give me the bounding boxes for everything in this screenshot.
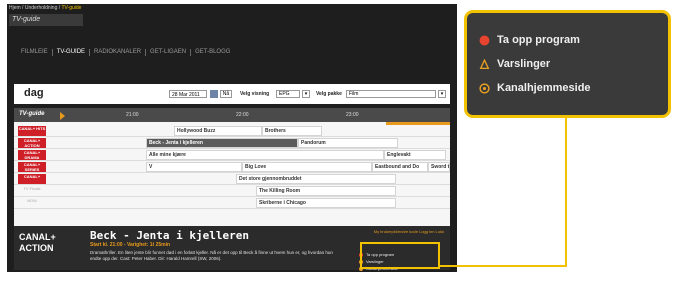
channel-badge-line: CANAL+ bbox=[19, 232, 56, 242]
record-icon bbox=[479, 35, 490, 46]
channel-badge: CANAL+ ACTION bbox=[19, 232, 57, 258]
account-links[interactable]: My brukerpkt/endre kode Logg inn Lukk bbox=[374, 229, 444, 234]
view-label: Velg visning bbox=[240, 91, 270, 97]
channel-logo[interactable]: CANAL+ HITS bbox=[18, 126, 46, 136]
channel-logo[interactable]: NOW bbox=[18, 198, 46, 208]
channel-row: CANAL+ DRAMA Alle mine kjære Englevakt bbox=[14, 149, 450, 161]
day-heading: dag bbox=[24, 87, 44, 99]
program-cell[interactable]: Det store gjennombruddet bbox=[236, 174, 396, 184]
nav-get-ligaen[interactable]: GET-LIGAEN bbox=[146, 49, 190, 55]
program-cell[interactable]: V bbox=[146, 162, 242, 172]
grid-title: TV-guide bbox=[19, 111, 45, 117]
program-start-time: Start kl. 21:00 - Varighet: 1t 25min bbox=[90, 242, 171, 248]
channel-logo[interactable]: CANAL+ ACTION bbox=[18, 138, 46, 148]
program-cell[interactable]: Big Love bbox=[242, 162, 372, 172]
tv-guide-screen: Hjem / Underholdning / TV-guide TV-guide… bbox=[7, 4, 457, 272]
program-cell[interactable]: Eastbound and Do bbox=[372, 162, 428, 172]
now-button[interactable]: Nå bbox=[220, 90, 232, 98]
channel-logo[interactable]: CANAL+ DRAMA bbox=[18, 150, 46, 160]
prev-arrow-icon[interactable] bbox=[60, 112, 65, 120]
program-cell[interactable]: Skriberne i Chicago bbox=[256, 198, 396, 208]
package-select[interactable]: Film bbox=[346, 90, 436, 98]
time-label: 21:00 bbox=[126, 112, 139, 118]
highlight-box bbox=[360, 242, 440, 269]
program-cell[interactable]: Sword t bbox=[428, 162, 450, 172]
nav-radiokanaler[interactable]: RADIOKANALER bbox=[90, 49, 145, 55]
bell-icon bbox=[479, 59, 490, 70]
channel-logo[interactable]: CANAL+ SERIES bbox=[18, 162, 46, 172]
package-dropdown-icon[interactable]: ▾ bbox=[438, 90, 446, 98]
program-cell[interactable]: Alle mine kjære bbox=[146, 150, 384, 160]
alerts-label[interactable]: Varslinger bbox=[497, 58, 550, 70]
channel-row: NOW Skriberne i Chicago bbox=[14, 197, 450, 209]
program-description: Dramathriller. En liten jente blir funne… bbox=[90, 250, 333, 261]
view-select[interactable]: EPG bbox=[276, 90, 300, 98]
grid-header: TV-guide 21:00 22:00 23:00 bbox=[14, 108, 450, 122]
channel-row: CANAL+ ACTION Beck - Jenta i kjelleren P… bbox=[14, 137, 450, 149]
program-grid: TV-guide 21:00 22:00 23:00 CANAL+ HITS H… bbox=[14, 108, 450, 226]
calendar-icon[interactable] bbox=[210, 90, 218, 98]
channel-logo[interactable]: CANAL+ bbox=[18, 174, 46, 184]
nav-tv-guide[interactable]: TV-GUIDE bbox=[53, 49, 89, 55]
breadcrumb: Hjem / Underholdning / TV-guide bbox=[9, 5, 81, 11]
program-cell[interactable]: Hollywood Buzz bbox=[174, 126, 262, 136]
nav-get-blogg[interactable]: GET-BLOGG bbox=[191, 49, 234, 55]
program-cell[interactable]: The Killing Room bbox=[256, 186, 396, 196]
zoomed-actions-callout: Ta opp program Varslinger Kanalhjemmesid… bbox=[464, 10, 671, 118]
program-cell[interactable]: Pandorum bbox=[298, 138, 398, 148]
channel-badge-line: ACTION bbox=[19, 243, 54, 253]
channel-row: CANAL+ HITS Hollywood Buzz Brothers bbox=[14, 125, 450, 137]
channel-home-label[interactable]: Kanalhjemmeside bbox=[497, 82, 591, 94]
channel-row: TV Finale The Killing Room bbox=[14, 185, 450, 197]
breadcrumb-path[interactable]: Hjem / Underholdning / bbox=[9, 5, 61, 11]
channel-row: CANAL+ SERIES V Big Love Eastbound and D… bbox=[14, 161, 450, 173]
program-cell-selected[interactable]: Beck - Jenta i kjelleren bbox=[146, 138, 298, 148]
view-dropdown-icon[interactable]: ▾ bbox=[302, 90, 310, 98]
section-title: TV-guide bbox=[9, 14, 83, 26]
globe-icon bbox=[479, 83, 490, 94]
date-field[interactable]: 28 Mar 2011 bbox=[169, 90, 207, 98]
day-selector-bar: dag 28 Mar 2011 Nå Velg visning EPG ▾ Ve… bbox=[14, 84, 450, 104]
time-label: 22:00 bbox=[236, 112, 249, 118]
channel-logo[interactable]: TV Finale bbox=[18, 186, 46, 196]
package-label: Velg pakke bbox=[316, 91, 342, 97]
channel-row: CANAL+ Det store gjennombruddet bbox=[14, 173, 450, 185]
callout-connector bbox=[565, 116, 567, 267]
program-title: Beck - Jenta i kjelleren bbox=[90, 229, 249, 242]
program-cell[interactable]: Brothers bbox=[262, 126, 322, 136]
record-label[interactable]: Ta opp program bbox=[497, 34, 580, 46]
breadcrumb-current: TV-guide bbox=[61, 5, 82, 11]
program-cell[interactable]: Englevakt bbox=[384, 150, 446, 160]
callout-connector bbox=[438, 265, 567, 267]
time-label: 23:00 bbox=[346, 112, 359, 118]
nav-filmleie[interactable]: FILMLEIE bbox=[17, 49, 52, 55]
top-navigation: FILMLEIE TV-GUIDE RADIOKANALER GET-LIGAE… bbox=[7, 44, 457, 60]
